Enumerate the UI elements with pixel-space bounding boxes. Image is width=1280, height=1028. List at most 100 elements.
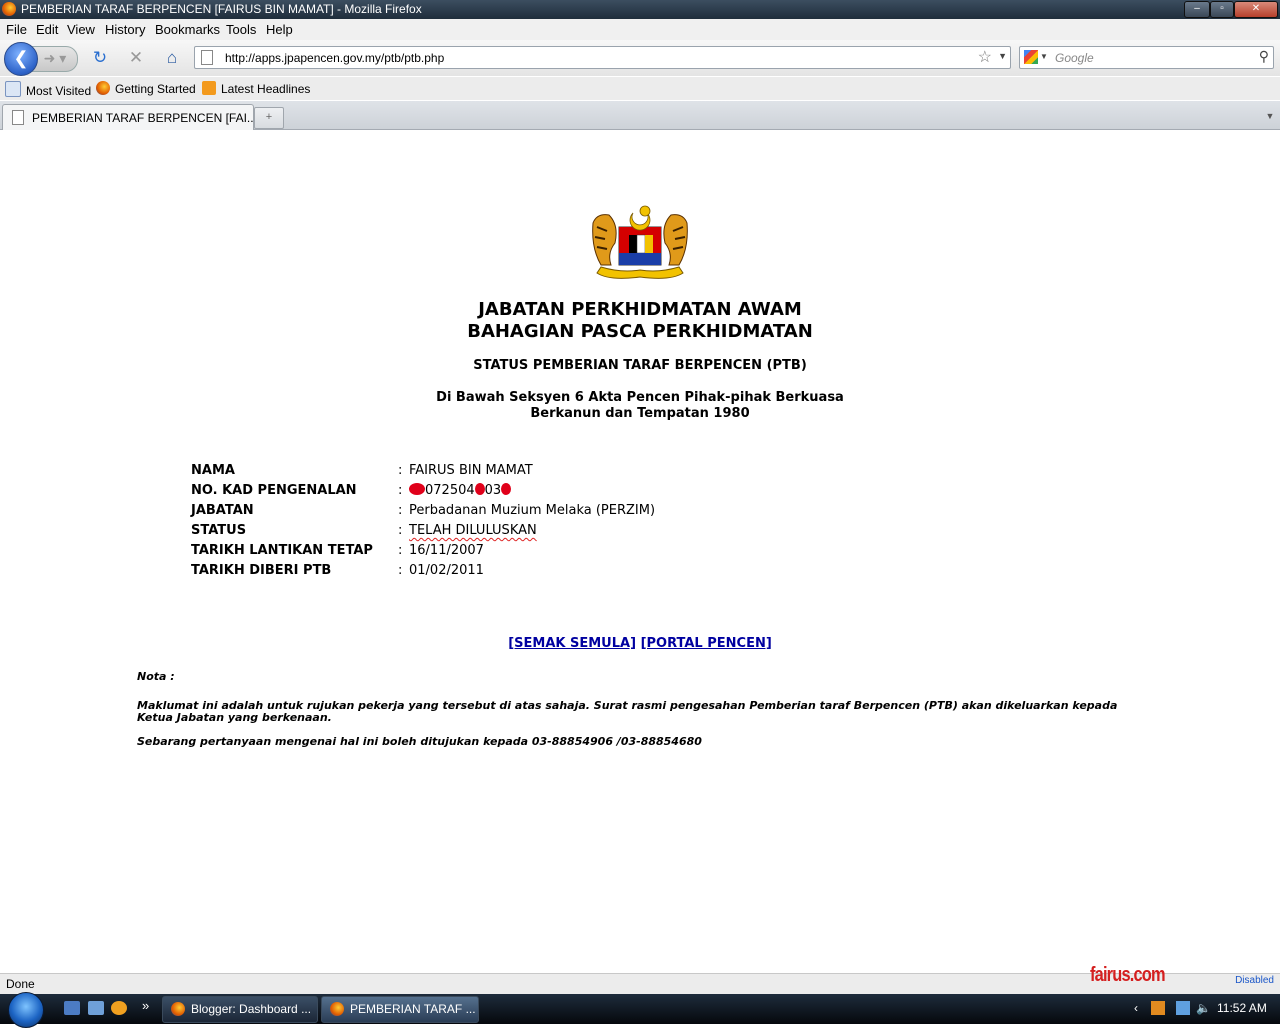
taskbar-item-blogger[interactable]: Blogger: Dashboard ...	[162, 996, 318, 1023]
firefox-icon	[171, 1002, 185, 1016]
field-label-tarikh-ptb: TARIKH DIBERI PTB	[191, 563, 332, 578]
back-button[interactable]: ❮	[4, 42, 38, 76]
switch-windows-icon[interactable]	[88, 1001, 104, 1015]
menu-help[interactable]: Help	[266, 22, 293, 37]
note-paragraph-2: Sebarang pertanyaan mengenai hal ini bol…	[137, 735, 702, 748]
field-label-tarikh-lantikan: TARIKH LANTIKAN TETAP	[191, 543, 373, 558]
field-colon: :	[398, 503, 403, 518]
redaction-mark	[501, 483, 512, 495]
status-text: Done	[6, 977, 35, 991]
field-value-jabatan: Perbadanan Muzium Melaka (PERZIM)	[409, 503, 656, 518]
addon-status[interactable]: Disabled	[1235, 975, 1274, 986]
bookmarks-toolbar: Most Visited Getting Started Latest Head…	[0, 77, 1280, 100]
minimize-button[interactable]: –	[1184, 1, 1210, 18]
url-bar[interactable]: http://apps.jpapencen.gov.my/ptb/ptb.php…	[194, 46, 1011, 69]
window-titlebar[interactable]: PEMBERIAN TARAF BERPENCEN [FAIRUS BIN MA…	[0, 0, 1280, 19]
engine-dropdown-icon[interactable]: ▼	[1040, 52, 1048, 61]
malaysia-coat-of-arms-logo	[589, 203, 691, 283]
menu-view[interactable]: View	[67, 22, 95, 37]
action-links: [SEMAK SEMULA] [PORTAL PENCEN]	[0, 636, 1280, 651]
redaction-mark	[409, 483, 425, 495]
search-icon[interactable]: ⚲	[1259, 48, 1269, 65]
tab-active[interactable]: PEMBERIAN TARAF BERPENCEN [FAI...	[2, 104, 257, 130]
tray-expand-icon[interactable]: ‹	[1134, 1001, 1138, 1015]
page-heading-2: BAHAGIAN PASCA PERKHIDMATAN	[467, 321, 813, 342]
note-paragraph-1: Maklumat ini adalah untuk rujukan pekerj…	[137, 699, 1118, 724]
url-text[interactable]: http://apps.jpapencen.gov.my/ptb/ptb.php	[225, 51, 444, 65]
windows-taskbar: » Blogger: Dashboard ... PEMBERIAN TARAF…	[0, 992, 1280, 1028]
tab-bar: PEMBERIAN TARAF BERPENCEN [FAI... + ▼	[0, 101, 1280, 130]
page-icon	[201, 50, 213, 65]
taskbar-item-pemberian[interactable]: PEMBERIAN TARAF ...	[321, 996, 479, 1023]
field-label-nama: NAMA	[191, 463, 235, 478]
home-icon[interactable]: ⌂	[162, 49, 182, 69]
network-icon[interactable]	[1176, 1001, 1190, 1015]
field-value-nama: FAIRUS BIN MAMAT	[409, 463, 533, 478]
field-colon: :	[398, 543, 403, 558]
search-placeholder[interactable]: Google	[1055, 51, 1094, 65]
page-icon	[12, 110, 24, 125]
field-value-tarikh-ptb: 01/02/2011	[409, 563, 484, 578]
firefox-icon	[2, 2, 16, 16]
field-colon: :	[398, 563, 403, 578]
start-button[interactable]	[8, 992, 44, 1028]
bookmark-getting-started[interactable]: Getting Started	[96, 81, 196, 96]
google-engine-icon[interactable]	[1024, 50, 1038, 64]
menu-file[interactable]: File	[6, 22, 27, 37]
field-label-jabatan: JABATAN	[191, 503, 254, 518]
menu-edit[interactable]: Edit	[36, 22, 58, 37]
show-desktop-icon[interactable]	[64, 1001, 80, 1015]
field-label-kad-pengenalan: NO. KAD PENGENALAN	[191, 483, 357, 498]
law-reference-line-1: Di Bawah Seksyen 6 Akta Pencen Pihak-pih…	[436, 390, 844, 405]
status-bar: Done fairus.com Disabled	[0, 964, 1280, 994]
menu-bookmarks[interactable]: Bookmarks	[155, 22, 220, 37]
rss-feed-icon	[202, 81, 216, 95]
close-button[interactable]: ✕	[1234, 1, 1278, 18]
semak-semula-link[interactable]: [SEMAK SEMULA]	[508, 636, 636, 651]
field-value-kad-pengenalan: 072504 03	[409, 483, 512, 498]
media-player-icon[interactable]	[111, 1001, 127, 1015]
stop-icon[interactable]: ✕	[126, 49, 146, 69]
new-tab-button[interactable]: +	[254, 107, 284, 129]
bookmark-label: Latest Headlines	[221, 82, 311, 96]
clock[interactable]: 11:52 AM	[1217, 1001, 1267, 1015]
bookmark-label: Getting Started	[115, 82, 196, 96]
tray-app-icon[interactable]	[1151, 1001, 1165, 1015]
window-title: PEMBERIAN TARAF BERPENCEN [FAIRUS BIN MA…	[21, 2, 422, 16]
taskbar-item-label: PEMBERIAN TARAF ...	[350, 1002, 476, 1016]
bookmark-latest-headlines[interactable]: Latest Headlines	[202, 81, 310, 96]
taskbar-item-label: Blogger: Dashboard ...	[191, 1002, 312, 1016]
field-colon: :	[398, 463, 403, 478]
url-dropdown-icon[interactable]: ▼	[998, 51, 1007, 61]
tab-list-dropdown-icon[interactable]: ▼	[1263, 107, 1277, 127]
field-colon: :	[398, 523, 403, 538]
most-visited-icon	[5, 81, 21, 97]
field-value-tarikh-lantikan: 16/11/2007	[409, 543, 484, 558]
redaction-mark	[474, 483, 485, 495]
page-subheading: STATUS PEMBERIAN TARAF BERPENCEN (PTB)	[473, 358, 807, 373]
forward-button[interactable]: ➜ ▾	[32, 46, 78, 72]
firefox-icon	[330, 1002, 344, 1016]
page-heading-1: JABATAN PERKHIDMATAN AWAM	[478, 299, 802, 320]
tab-label: PEMBERIAN TARAF BERPENCEN [FAI...	[32, 111, 257, 125]
bookmark-star-icon[interactable]: ☆	[978, 47, 992, 67]
bookmark-label: Most Visited	[26, 84, 92, 98]
field-value-status: TELAH DILULUSKAN	[409, 523, 537, 538]
maximize-button[interactable]: ▫	[1210, 1, 1234, 18]
menu-tools[interactable]: Tools	[226, 22, 256, 37]
menu-history[interactable]: History	[105, 22, 145, 37]
firefox-icon	[96, 81, 110, 95]
ic-number-part: 03	[484, 483, 502, 498]
reload-icon[interactable]: ↻	[90, 49, 110, 69]
search-box[interactable]: ▼ Google ⚲	[1019, 46, 1274, 69]
volume-icon[interactable]: 🔈	[1196, 1001, 1211, 1015]
note-title: Nota :	[137, 670, 175, 683]
bookmark-most-visited[interactable]: Most Visited	[5, 81, 91, 98]
law-reference-line-2: Berkanun dan Tempatan 1980	[530, 406, 750, 421]
field-colon: :	[398, 483, 403, 498]
ic-number-part: 072504	[425, 483, 475, 498]
portal-pencen-link[interactable]: [PORTAL PENCEN]	[641, 636, 772, 651]
quicklaunch-overflow[interactable]: »	[142, 998, 149, 1013]
menu-bar: File Edit View History Bookmarks Tools H…	[0, 19, 1280, 40]
field-label-status: STATUS	[191, 523, 247, 538]
